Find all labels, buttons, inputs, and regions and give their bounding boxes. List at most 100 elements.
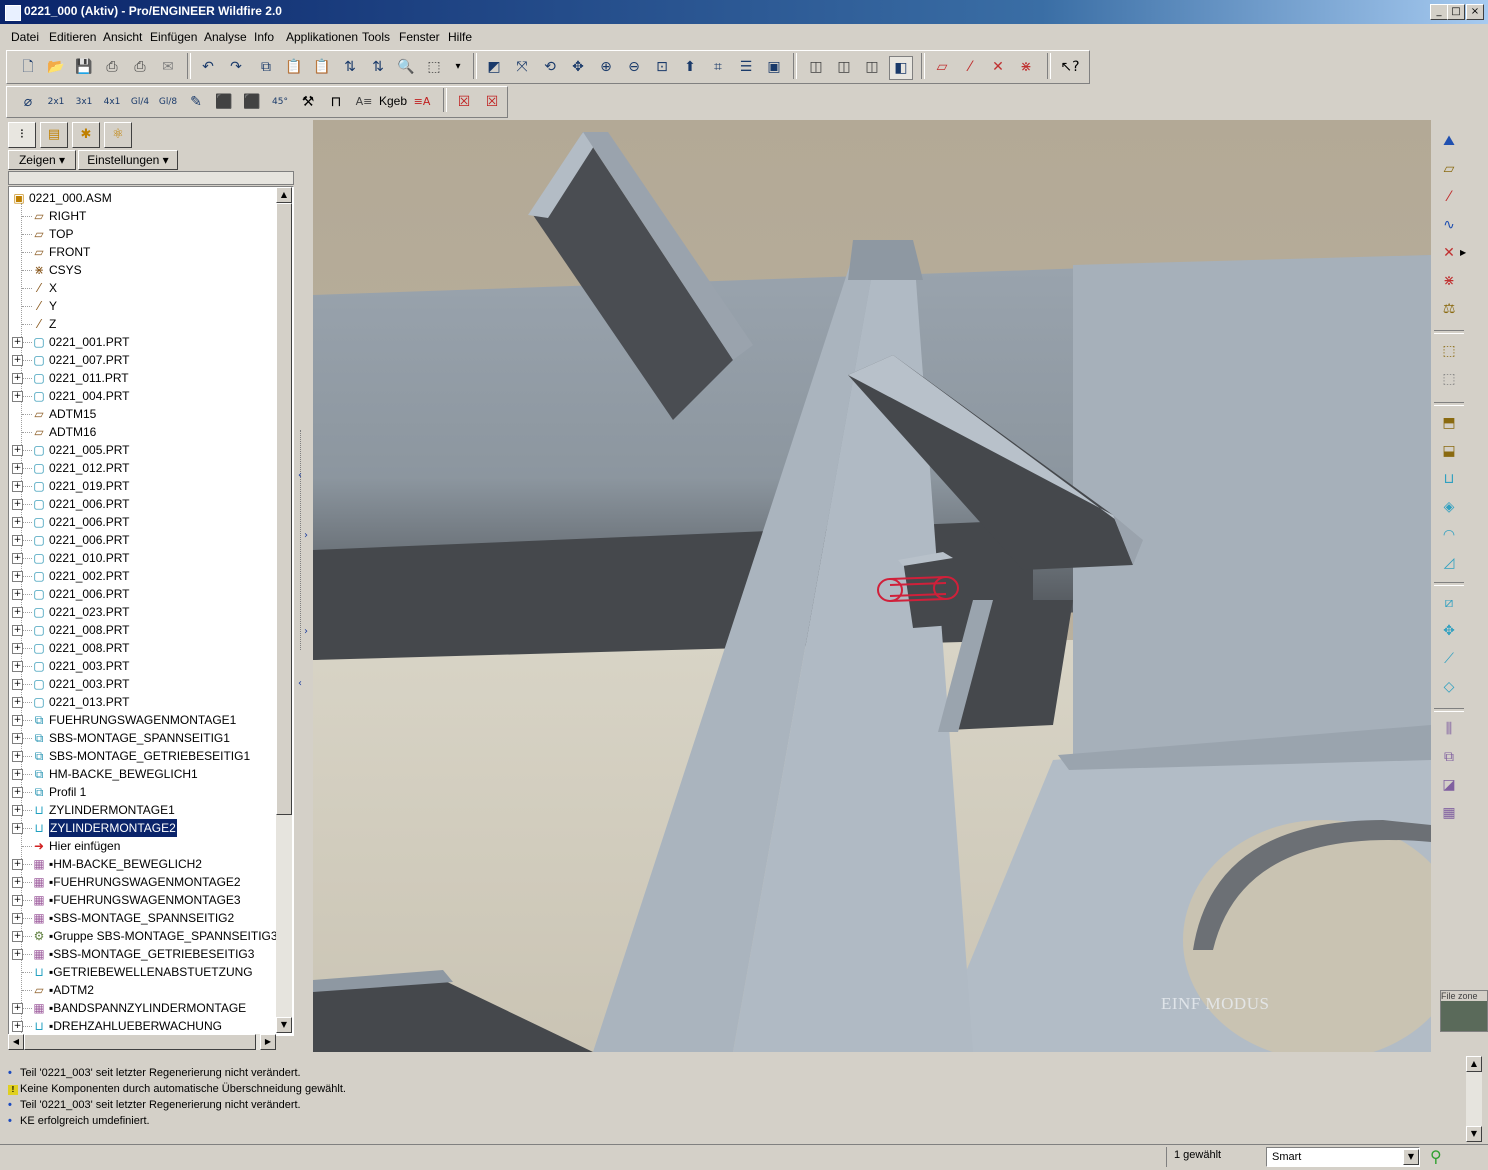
expand-toggle-icon[interactable]: + [12, 445, 23, 456]
expand-toggle-icon[interactable]: + [12, 877, 23, 888]
datum-point-display-icon[interactable]: ✕ [987, 56, 1009, 78]
expand-toggle-icon[interactable]: + [12, 679, 23, 690]
view-2x1-icon[interactable]: 2x1 [45, 91, 67, 113]
dimension-text-icon[interactable]: ≡A [411, 91, 433, 113]
chamfer-tool-icon[interactable]: ◿ [1438, 552, 1460, 574]
refit-icon[interactable]: ⊡ [651, 56, 673, 78]
expand-toggle-icon[interactable]: + [12, 1021, 23, 1032]
tree-scroll-thumb[interactable] [276, 203, 292, 815]
zoom-out-icon[interactable]: ⊖ [623, 56, 645, 78]
spin-center-icon[interactable]: ⤧ [511, 56, 533, 78]
tree-item[interactable]: + ▢ 0221_003.PRT [9, 675, 279, 693]
scroll-right-arrow-icon[interactable]: ▶ [260, 1034, 276, 1050]
tree-item[interactable]: + ▢ 0221_001.PRT [9, 333, 279, 351]
minimize-button[interactable]: _ [1430, 4, 1448, 20]
expand-toggle-icon[interactable]: + [12, 661, 23, 672]
tree-item[interactable]: + ⧉ FUEHRUNGSWAGENMONTAGE1 [9, 711, 279, 729]
blend-tool-icon[interactable]: ◇ [1438, 676, 1460, 698]
menu-einfuegen[interactable]: Einfügen [150, 30, 197, 44]
collapse-left-icon[interactable]: ‹ [298, 678, 302, 689]
tree-item[interactable]: + ▢ 0221_007.PRT [9, 351, 279, 369]
reorient-icon[interactable]: ⬆ [679, 56, 701, 78]
sketch-icon[interactable]: ⛰ [1438, 130, 1460, 152]
tree-item[interactable]: + ⊔ ZYLINDERMONTAGE2 [9, 819, 279, 837]
datum-curve-tool-icon[interactable]: ∿ [1438, 214, 1460, 236]
expand-toggle-icon[interactable]: + [12, 355, 23, 366]
chevron-down-icon[interactable]: ▼ [1403, 1149, 1419, 1165]
hole-tool-icon[interactable]: ⊔ [1438, 468, 1460, 490]
datum-plane-tool-icon[interactable]: ▱ [1438, 158, 1460, 180]
undo-icon[interactable]: ↶ [197, 56, 219, 78]
tree-item[interactable]: ⁄ Y [9, 297, 279, 315]
rib-tool-icon[interactable]: ✥ [1438, 620, 1460, 642]
view-gl8-icon[interactable]: Gl/8 [157, 91, 179, 113]
hidden-line-icon[interactable]: ◫ [833, 56, 855, 78]
sweep-tool-icon[interactable]: ⟋ [1438, 648, 1460, 670]
expand-toggle-icon[interactable]: + [12, 625, 23, 636]
kgeb-label[interactable]: Kgeb [379, 94, 407, 108]
expand-toggle-icon[interactable]: + [12, 805, 23, 816]
orient-mode-icon[interactable]: ⟲ [539, 56, 561, 78]
expand-toggle-icon[interactable]: + [12, 499, 23, 510]
expand-toggle-icon[interactable]: + [12, 895, 23, 906]
expand-toggle-icon[interactable]: + [12, 949, 23, 960]
tree-item[interactable]: + ▢ 0221_013.PRT [9, 693, 279, 711]
expand-toggle-icon[interactable]: + [12, 643, 23, 654]
regenerate-icon[interactable]: ⇅ [339, 56, 361, 78]
save-icon[interactable]: 💾 [73, 56, 95, 78]
tree-item[interactable]: ▱ RIGHT [9, 207, 279, 225]
file-zone[interactable]: File zone [1440, 990, 1488, 1032]
expand-toggle-icon[interactable]: + [12, 553, 23, 564]
expand-toggle-icon[interactable]: + [12, 463, 23, 474]
tree-vertical-scrollbar[interactable]: ▲ ▼ [276, 187, 292, 1033]
expand-toggle-icon[interactable]: + [12, 859, 23, 870]
traffic-light-icon[interactable]: ⚲ [1430, 1147, 1442, 1166]
tree-item[interactable]: + ▦ ▪HM-BACKE_BEWEGLICH2 [9, 855, 279, 873]
tree-item[interactable]: + ▢ 0221_023.PRT [9, 603, 279, 621]
tree-item[interactable]: + ▦ ▪FUEHRUNGSWAGENMONTAGE2 [9, 873, 279, 891]
tree-item[interactable]: + ▢ 0221_005.PRT [9, 441, 279, 459]
tab-model-tree[interactable]: ⁝ [8, 122, 36, 148]
tree-item[interactable]: + ▦ ▪BANDSPANNZYLINDERMONTAGE [9, 999, 279, 1017]
trim-tool-icon[interactable]: ◪ [1438, 774, 1460, 796]
tree-item[interactable]: + ▢ 0221_006.PRT [9, 531, 279, 549]
expand-right-icon[interactable]: › [304, 530, 308, 541]
no-hidden-icon[interactable]: ◫ [861, 56, 883, 78]
regenerate-manager-icon[interactable]: ⇅ [367, 56, 389, 78]
scroll-down-arrow-icon[interactable]: ▼ [276, 1017, 292, 1033]
tree-item[interactable]: + ▢ 0221_004.PRT [9, 387, 279, 405]
tree-item[interactable]: + ▦ ▪FUEHRUNGSWAGENMONTAGE3 [9, 891, 279, 909]
tree-item[interactable]: + ⊔ ▪DREHZAHLUEBERWACHUNG [9, 1017, 279, 1035]
view-4x1-icon[interactable]: 4x1 [101, 91, 123, 113]
datum-plane-display-icon[interactable]: ▱ [931, 56, 953, 78]
find-icon[interactable]: 🔍 [395, 56, 417, 78]
expand-toggle-icon[interactable]: + [12, 697, 23, 708]
tree-item[interactable]: + ▢ 0221_006.PRT [9, 585, 279, 603]
chevron-down-icon[interactable]: ▾ [447, 56, 469, 78]
wireframe-icon[interactable]: ◫ [805, 56, 827, 78]
tree-item[interactable]: + ▢ 0221_012.PRT [9, 459, 279, 477]
menu-ansicht[interactable]: Ansicht [103, 30, 142, 44]
tree-item[interactable]: ▱ ▪ADTM2 [9, 981, 279, 999]
tree-item[interactable]: ⋇ CSYS [9, 261, 279, 279]
expand-toggle-icon[interactable]: + [12, 535, 23, 546]
tree-item[interactable]: ⊔ ▪GETRIEBEWELLENABSTUETZUNG [9, 963, 279, 981]
expand-toggle-icon[interactable]: + [12, 913, 23, 924]
angle-45-icon[interactable]: 45° [269, 91, 291, 113]
text-annotation-icon[interactable]: A≡ [353, 91, 375, 113]
expand-toggle-icon[interactable]: + [12, 391, 23, 402]
shell-tool-icon[interactable]: ◈ [1438, 496, 1460, 518]
context-help-icon[interactable]: ↖? [1059, 56, 1081, 78]
flyout-arrow-icon[interactable]: ▶ [1460, 248, 1466, 257]
expand-toggle-icon[interactable]: + [12, 607, 23, 618]
tree-item[interactable]: + ▢ 0221_003.PRT [9, 657, 279, 675]
expand-toggle-icon[interactable]: + [12, 1003, 23, 1014]
tree-item[interactable]: + ⧉ SBS-MONTAGE_SPANNSEITIG1 [9, 729, 279, 747]
mirror-tool-icon[interactable]: ⫼ [1438, 718, 1460, 740]
assemble-tool-icon[interactable]: ⬚ [1438, 340, 1460, 362]
tree-item[interactable]: + ⧉ HM-BACKE_BEWEGLICH1 [9, 765, 279, 783]
open-file-icon[interactable]: 📂 [45, 56, 67, 78]
draft-tool-icon[interactable]: ⧄ [1438, 592, 1460, 614]
tree-item[interactable]: + ▢ 0221_008.PRT [9, 639, 279, 657]
new-file-icon[interactable]: 🗋 [17, 56, 39, 78]
